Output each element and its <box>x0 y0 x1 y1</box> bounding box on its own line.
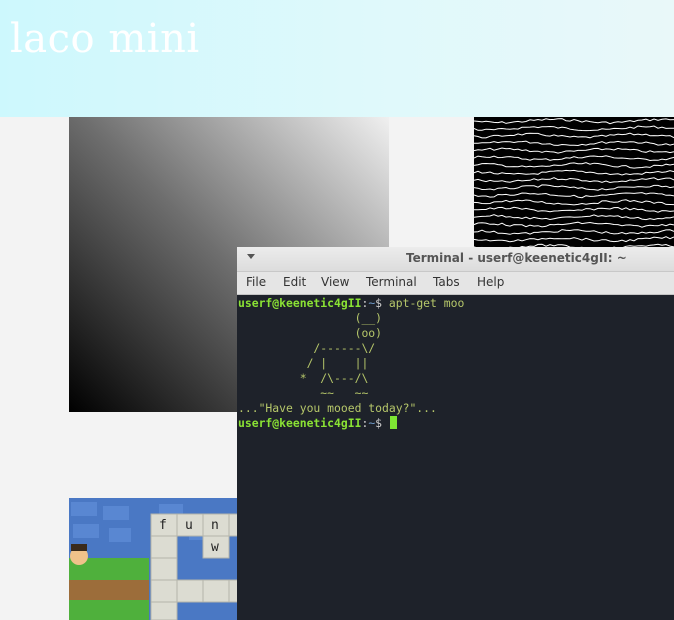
window-menu-icon[interactable] <box>247 254 255 259</box>
cow-line: ~~ ~~ <box>238 386 369 400</box>
wave-line <box>474 125 674 132</box>
window-title: Terminal - userf@keenetic4gII: ~ <box>406 251 627 265</box>
terminal-titlebar[interactable]: Terminal - userf@keenetic4gII: ~ <box>237 247 674 272</box>
terminal-screen[interactable]: userf@keenetic4gII:~$ apt-get moo (__) (… <box>237 295 674 620</box>
menu-help[interactable]: Help <box>477 275 504 289</box>
wave-line <box>474 229 674 235</box>
command-text: apt-get moo <box>388 296 465 310</box>
terminal-menubar: File Edit View Terminal Tabs Help <box>237 272 674 295</box>
wave-line <box>474 206 674 213</box>
site-title[interactable]: laco mini <box>10 16 200 62</box>
cow-line: * /\---/\ <box>238 371 369 385</box>
prompt-symbol: $ <box>375 296 389 310</box>
prompt-symbol: $ <box>375 416 389 430</box>
site-header: laco mini <box>0 0 674 117</box>
moo-message: ..."Have you mooed today?"... <box>238 401 437 415</box>
wave-line <box>474 184 674 191</box>
wave-line <box>474 221 674 228</box>
wave-line <box>474 236 674 243</box>
prompt-user: userf@keenetic4gII <box>238 296 362 310</box>
menu-view[interactable]: View <box>321 275 349 289</box>
game-letter-u: u <box>185 518 193 533</box>
game-letter-w: w <box>211 540 219 555</box>
menu-tabs[interactable]: Tabs <box>433 275 460 289</box>
cow-line: (__) <box>238 311 383 325</box>
cow-line: / | || <box>238 356 369 370</box>
cow-line: (oo) <box>238 326 383 340</box>
menu-terminal[interactable]: Terminal <box>366 275 417 289</box>
wave-line <box>474 140 674 147</box>
wave-line <box>474 192 674 199</box>
wave-line <box>474 132 674 139</box>
cow-line: /------\/ <box>238 341 376 355</box>
wave-line <box>474 214 674 221</box>
wave-line <box>474 147 674 154</box>
wave-line <box>474 118 674 125</box>
current-prompt-line: userf@keenetic4gII:~$ <box>238 416 397 431</box>
wave-line <box>474 199 674 206</box>
game-letter-f: f <box>159 518 167 533</box>
terminal-window[interactable]: Terminal - userf@keenetic4gII: ~ File Ed… <box>237 247 674 620</box>
wave-line <box>474 162 674 169</box>
prompt-user: userf@keenetic4gII <box>238 416 362 430</box>
menu-file[interactable]: File <box>246 275 266 289</box>
wave-line <box>474 155 674 162</box>
terminal-cursor <box>389 416 397 429</box>
menu-edit[interactable]: Edit <box>283 275 306 289</box>
game-letter-n: n <box>211 518 219 533</box>
wave-line <box>474 169 674 176</box>
wave-line <box>474 177 674 184</box>
command-line: userf@keenetic4gII:~$ apt-get moo <box>238 296 464 311</box>
